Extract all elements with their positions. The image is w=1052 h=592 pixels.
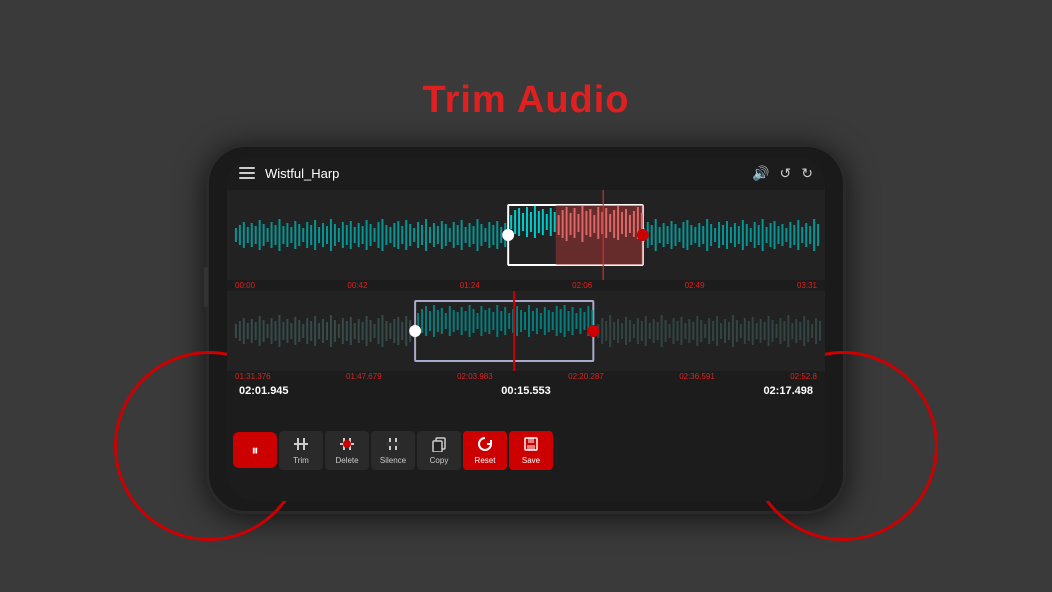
copy-button[interactable]: Copy [417, 431, 461, 470]
silence-label: Silence [380, 456, 406, 465]
toolbar: ⏸ Trim [227, 400, 825, 501]
time-labels-bottom: 01:31.376 01:47.679 02:03.983 02:20.287 … [227, 371, 825, 382]
waveform-bottom[interactable] [227, 291, 825, 371]
undo-icon[interactable]: ↺ [780, 165, 792, 182]
waveform-bottom-svg [227, 291, 825, 371]
silence-button[interactable]: Silence [371, 431, 415, 470]
play-pause-icon: ⏸ [252, 443, 259, 457]
trim-icon [293, 436, 309, 454]
delete-label: Delete [335, 456, 358, 465]
time-label-2: 01:24 [460, 281, 480, 290]
page-title: Trim Audio [422, 79, 629, 122]
time-label-b4: 02:36.591 [679, 372, 715, 381]
waveform-top[interactable] [227, 190, 825, 280]
waveform-top-svg [227, 190, 825, 280]
play-pause-button[interactable]: ⏸ [233, 432, 277, 468]
header-title: Wistful_Harp [265, 166, 752, 181]
title-normal: Trim [422, 79, 516, 121]
copy-icon [431, 436, 447, 454]
time-label-b2: 02:03.983 [457, 372, 493, 381]
time-label-0: 00:00 [235, 281, 255, 290]
page-wrapper: Trim Audio Wistful_Harp 🔊 ↺ ↻ [0, 0, 1052, 592]
app-header: Wistful_Harp 🔊 ↺ ↻ [227, 157, 825, 190]
position-row: 02:01.945 00:15.553 02:17.498 [227, 382, 825, 400]
silence-icon [385, 436, 401, 454]
header-icons: 🔊 ↺ ↻ [752, 165, 813, 182]
position-right: 02:17.498 [763, 385, 813, 397]
speaker-icon[interactable]: 🔊 [752, 165, 769, 182]
title-accent: Audio [517, 79, 630, 121]
reset-icon [477, 436, 493, 454]
save-button[interactable]: Save [509, 431, 553, 470]
save-icon [523, 436, 539, 454]
copy-label: Copy [430, 456, 449, 465]
phone-shell: Wistful_Harp 🔊 ↺ ↻ [206, 144, 846, 514]
time-label-b1: 01:47.679 [346, 372, 382, 381]
phone-screen: Wistful_Harp 🔊 ↺ ↻ [227, 157, 825, 501]
reset-label: Reset [475, 456, 496, 465]
time-label-1: 00:42 [347, 281, 367, 290]
redo-icon[interactable]: ↻ [801, 165, 813, 182]
time-label-4: 02:49 [685, 281, 705, 290]
reset-button[interactable]: Reset [463, 431, 507, 470]
time-labels-top: 00:00 00:42 01:24 02:06 02:49 03:31 [227, 280, 825, 291]
time-label-b3: 02:20.287 [568, 372, 604, 381]
trim-button[interactable]: Trim [279, 431, 323, 470]
position-left: 02:01.945 [239, 385, 289, 397]
save-label: Save [522, 456, 540, 465]
position-center: 00:15.553 [501, 385, 551, 397]
phone-side-button [204, 267, 208, 307]
menu-icon[interactable] [239, 167, 255, 179]
time-label-3: 02:06 [572, 281, 592, 290]
time-label-b0: 01:31.376 [235, 372, 271, 381]
time-label-5: 03:31 [797, 281, 817, 290]
delete-icon [339, 436, 355, 454]
trim-label: Trim [293, 456, 309, 465]
delete-button[interactable]: Delete [325, 431, 369, 470]
time-label-b5: 02:52.8 [790, 372, 817, 381]
